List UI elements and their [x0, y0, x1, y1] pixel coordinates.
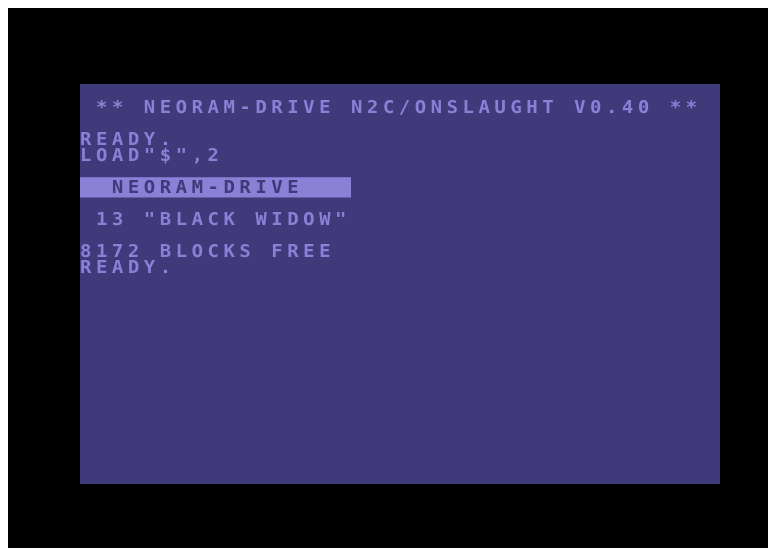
directory-entry: 13 "BLACK WIDOW": [80, 209, 351, 230]
c64-screen[interactable]: ** NEORAM-DRIVE N2C/ONSLAUGHT V0.40 ** R…: [80, 84, 720, 484]
startup-banner: ** NEORAM-DRIVE N2C/ONSLAUGHT V0.40 **: [80, 97, 702, 118]
directory-header-line: NEORAM-DRIVE: [80, 177, 351, 198]
monitor-border: ** NEORAM-DRIVE N2C/ONSLAUGHT V0.40 ** R…: [8, 8, 768, 548]
load-command: LOAD"$",2: [80, 145, 224, 166]
directory-header: NEORAM-DRIVE: [80, 177, 351, 198]
ready-prompt-2: READY.: [80, 257, 176, 278]
